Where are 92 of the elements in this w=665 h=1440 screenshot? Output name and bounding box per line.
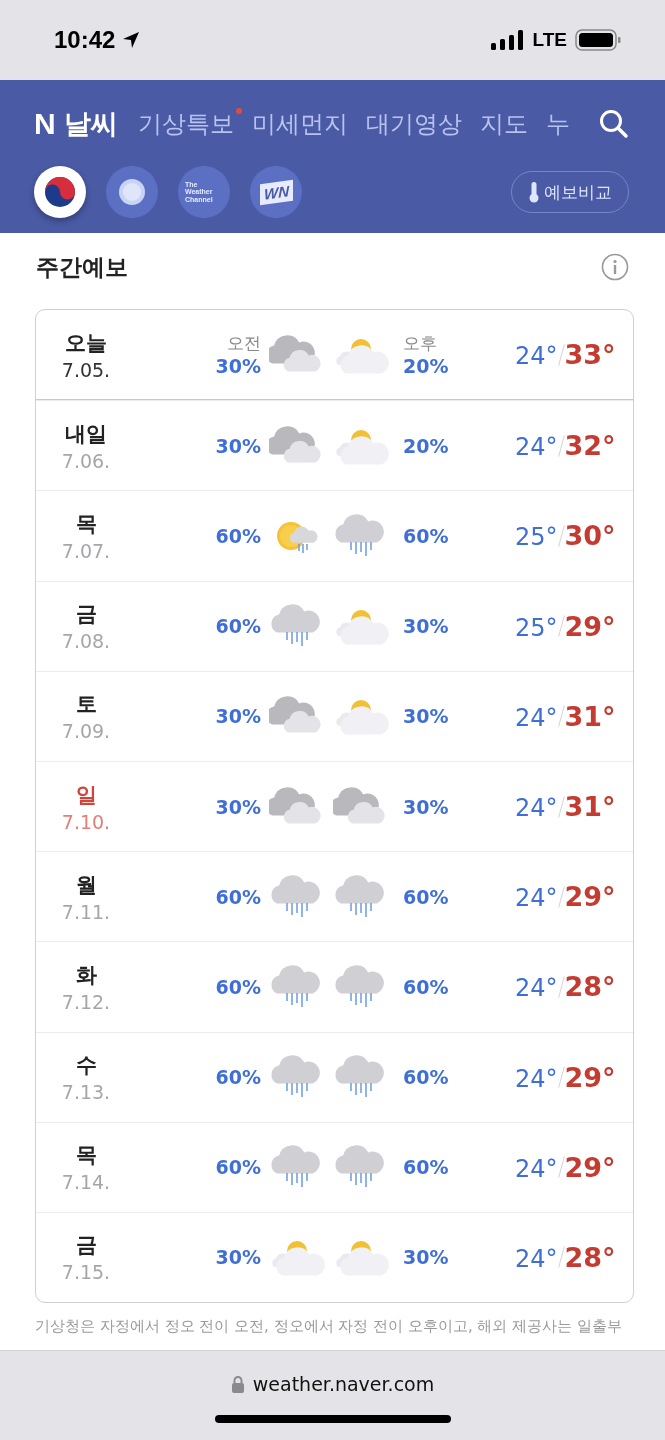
- day-label: 수: [75, 1052, 97, 1080]
- low-temp: 25°: [515, 523, 558, 552]
- day-label: 금: [75, 601, 97, 629]
- high-temp: 31°: [564, 700, 616, 732]
- low-temp: 24°: [515, 433, 558, 462]
- date-label: 7.13.: [61, 1081, 111, 1104]
- network-label: LTE: [532, 29, 567, 51]
- precip-chance: 60%: [403, 1066, 449, 1089]
- emblem-icon: [43, 175, 77, 209]
- day-label: 내일: [65, 420, 107, 448]
- location-icon: [121, 30, 142, 50]
- precip-chance: 60%: [403, 975, 449, 998]
- section-title: 주간예보: [36, 252, 128, 282]
- precip-chance: 60%: [215, 615, 261, 638]
- high-temp: 29°: [564, 610, 616, 642]
- nav-link[interactable]: 지도: [479, 108, 528, 140]
- precip-chance: 60%: [215, 885, 261, 908]
- lock-icon: [230, 1375, 245, 1393]
- low-temp: 24°: [515, 342, 558, 371]
- high-temp: 29°: [564, 1151, 616, 1183]
- precip-chance: 30%: [403, 795, 449, 818]
- precip-chance: 60%: [215, 1066, 261, 1089]
- pm-label: 오후: [403, 332, 437, 356]
- info-icon[interactable]: [601, 253, 629, 281]
- date-label: 7.07.: [61, 539, 111, 562]
- thermometer-icon: [528, 181, 540, 203]
- high-temp: 33°: [564, 339, 616, 371]
- am-label: 오전: [227, 332, 261, 356]
- search-icon[interactable]: [599, 109, 629, 139]
- provider-tab[interactable]: [34, 166, 86, 218]
- high-temp: 30°: [564, 520, 616, 552]
- low-temp: 24°: [515, 974, 558, 1003]
- footnote: 기상청은 자정에서 정오 전이 오전, 정오에서 자정 전이 오후이고, 해외 제공사는 일출부: [35, 1317, 622, 1335]
- signal-icon: [490, 30, 525, 50]
- high-temp: 29°: [564, 881, 616, 913]
- high-temp: 28°: [564, 971, 616, 1003]
- date-label: 7.10.: [61, 810, 111, 833]
- high-temp: 29°: [564, 1061, 616, 1093]
- date-label: 7.08.: [61, 630, 111, 653]
- day-label: 오늘: [65, 329, 107, 357]
- status-time: 10:42: [54, 26, 116, 54]
- high-temp: 32°: [564, 430, 616, 462]
- provider-tab[interactable]: WN: [250, 166, 302, 218]
- nav-link[interactable]: 미세먼지: [251, 108, 348, 140]
- precip-chance: 30%: [215, 355, 261, 378]
- date-label: 7.12.: [61, 990, 111, 1013]
- day-label: 토: [75, 691, 97, 719]
- logo-mark: N: [34, 107, 56, 141]
- precip-chance: 60%: [215, 1156, 261, 1179]
- day-label: 목: [75, 1142, 97, 1170]
- low-temp: 24°: [515, 794, 558, 823]
- precip-chance: 30%: [215, 705, 261, 728]
- day-label: 화: [75, 961, 97, 989]
- precip-chance: 60%: [403, 885, 449, 908]
- precip-chance: 60%: [403, 1156, 449, 1179]
- nav-link[interactable]: 대기영상: [365, 108, 462, 140]
- date-label: 7.06.: [61, 449, 111, 472]
- app-title: 날씨: [63, 107, 118, 141]
- low-temp: 24°: [515, 1154, 558, 1183]
- day-label: 목: [75, 510, 97, 538]
- low-temp: 25°: [515, 613, 558, 642]
- precip-chance: 20%: [403, 355, 449, 378]
- date-label: 7.11.: [61, 900, 111, 923]
- sun-icon: [117, 177, 147, 207]
- high-temp: 28°: [564, 1241, 616, 1273]
- date-label: 7.09.: [61, 720, 111, 743]
- low-temp: 24°: [515, 703, 558, 732]
- precip-chance: 20%: [403, 434, 449, 457]
- day-label: 일: [75, 781, 97, 809]
- low-temp: 24°: [515, 1064, 558, 1093]
- high-temp: 31°: [564, 791, 616, 823]
- low-temp: 24°: [515, 884, 558, 913]
- precip-chance: 30%: [215, 795, 261, 818]
- precip-chance: 60%: [215, 975, 261, 998]
- precip-chance: 60%: [215, 524, 261, 547]
- nav-link[interactable]: 기상특보: [137, 108, 234, 140]
- url-label[interactable]: weather.naver.com: [252, 1373, 435, 1395]
- date-label: 7.05.: [61, 358, 111, 381]
- date-label: 7.15.: [61, 1261, 111, 1284]
- precip-chance: 30%: [403, 615, 449, 638]
- precip-chance: 30%: [403, 705, 449, 728]
- low-temp: 24°: [515, 1244, 558, 1273]
- day-label: 월: [75, 871, 97, 899]
- precip-chance: 30%: [403, 1246, 449, 1269]
- precip-chance: 30%: [215, 434, 261, 457]
- precip-chance: 60%: [403, 524, 449, 547]
- day-label: 금: [75, 1232, 97, 1260]
- date-label: 7.14.: [61, 1171, 111, 1194]
- provider-tab[interactable]: [106, 166, 158, 218]
- precip-chance: 30%: [215, 1246, 261, 1269]
- battery-icon: [575, 29, 621, 51]
- nav-link[interactable]: 누: [545, 108, 570, 140]
